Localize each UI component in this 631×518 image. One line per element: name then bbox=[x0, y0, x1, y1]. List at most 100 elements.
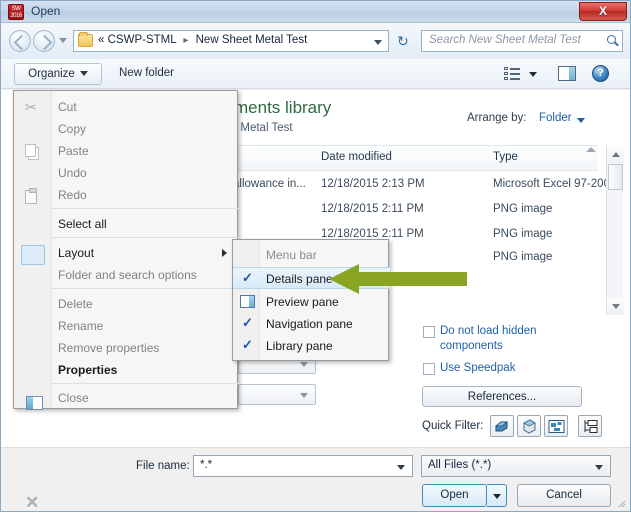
menu-separator bbox=[52, 383, 239, 384]
view-list-icon[interactable] bbox=[504, 67, 520, 81]
scroll-down-arrow-icon[interactable] bbox=[607, 298, 624, 315]
menu-item-label: Select all bbox=[58, 217, 107, 231]
menu-item-label: Cut bbox=[58, 100, 77, 114]
open-button[interactable]: Open bbox=[422, 484, 487, 507]
submenu-item-library-pane[interactable]: ✓ Library pane bbox=[233, 335, 390, 357]
menu-item-paste[interactable]: Paste bbox=[14, 139, 239, 204]
submenu-item-label: Menu bar bbox=[266, 248, 317, 262]
folder-icon bbox=[78, 32, 93, 47]
submenu-item-label: Navigation pane bbox=[266, 317, 353, 331]
use-speedpak-label: Use Speedpak bbox=[440, 362, 516, 374]
chevron-down-icon[interactable] bbox=[59, 38, 67, 43]
filter-part-alt-glyph bbox=[523, 419, 536, 434]
close-button[interactable]: X bbox=[579, 2, 627, 21]
file-type: PNG image bbox=[493, 228, 553, 240]
references-button[interactable]: References... bbox=[422, 386, 582, 407]
address-bar-row: « CSWP-STML ▸ New Sheet Metal Test ↻ Sea… bbox=[1, 23, 630, 59]
search-input[interactable]: Search New Sheet Metal Test bbox=[421, 30, 623, 52]
chevron-right-icon bbox=[222, 249, 227, 257]
preview-pane-icon[interactable] bbox=[558, 66, 576, 81]
do-not-load-hidden-checkbox[interactable] bbox=[423, 326, 435, 338]
chevron-down-icon[interactable] bbox=[529, 72, 537, 77]
help-icon[interactable]: ? bbox=[592, 65, 609, 82]
filter-assembly-glyph bbox=[548, 420, 565, 433]
cancel-button[interactable]: Cancel bbox=[517, 484, 611, 507]
submenu-item-navigation-pane[interactable]: ✓ Navigation pane bbox=[233, 313, 390, 335]
file-type: PNG image bbox=[493, 203, 553, 215]
preview-pane-icon bbox=[240, 295, 255, 308]
filter-assembly-icon[interactable] bbox=[544, 415, 568, 437]
filter-drawing-icon[interactable] bbox=[578, 415, 602, 437]
file-type-value: All Files (*.*) bbox=[428, 459, 492, 471]
organize-context-menu: ✂ Cut Copy Paste Undo Redo Select all La… bbox=[13, 90, 239, 511]
chevron-down-icon[interactable] bbox=[595, 465, 603, 470]
breadcrumb-overflow[interactable]: « bbox=[98, 34, 104, 46]
forward-arrow-icon[interactable] bbox=[33, 30, 55, 52]
scrollbar-thumb[interactable] bbox=[608, 164, 623, 190]
menu-item-label: Rename bbox=[58, 319, 104, 333]
do-not-load-hidden-label-line2: components bbox=[440, 340, 503, 352]
file-name-label: File name: bbox=[136, 460, 190, 472]
breadcrumb-item-0[interactable]: CSWP-STML bbox=[108, 34, 177, 46]
column-header-row: Date modified Type bbox=[233, 145, 598, 171]
open-dropdown-button[interactable] bbox=[487, 484, 507, 507]
submenu-item-label: Library pane bbox=[266, 339, 333, 353]
do-not-load-hidden-label-line1: Do not load hidden bbox=[440, 325, 537, 337]
file-type: Microsoft Excel 97-2003 bbox=[493, 178, 617, 190]
chevron-down-icon[interactable] bbox=[577, 118, 585, 123]
file-type-select[interactable]: All Files (*.*) bbox=[421, 455, 611, 477]
file-date: 12/18/2015 2:11 PM bbox=[321, 203, 424, 215]
column-header-type[interactable]: Type bbox=[493, 151, 518, 163]
use-speedpak-checkbox[interactable] bbox=[423, 363, 435, 375]
filter-part-icon[interactable] bbox=[490, 415, 514, 437]
breadcrumb-item-1[interactable]: New Sheet Metal Test bbox=[196, 34, 308, 46]
chevron-down-icon[interactable] bbox=[374, 40, 382, 45]
dialog-bottom-bar: File name: *.* All Files (*.*) Open Canc… bbox=[1, 447, 630, 511]
menu-item-label: Close bbox=[58, 391, 89, 405]
filter-part-glyph bbox=[494, 421, 509, 432]
menu-item-remove-properties[interactable]: Remove properties bbox=[14, 336, 239, 360]
submenu-item-label: Preview pane bbox=[266, 295, 339, 309]
organize-button[interactable]: Organize bbox=[14, 63, 102, 85]
menu-item-layout-highlight bbox=[21, 245, 45, 265]
menu-item-select-all[interactable]: Select all bbox=[14, 212, 239, 236]
menu-item-delete[interactable]: ✕ Delete bbox=[14, 292, 239, 511]
hidden-dropdown-2[interactable] bbox=[238, 384, 316, 405]
refresh-button[interactable]: ↻ bbox=[393, 30, 415, 52]
vertical-scrollbar[interactable] bbox=[606, 145, 624, 315]
menu-item-folder-and-search-options[interactable]: Folder and search options bbox=[14, 263, 239, 287]
menu-item-layout[interactable]: Layout bbox=[14, 241, 239, 410]
check-icon: ✓ bbox=[242, 270, 253, 285]
menu-item-label: Folder and search options bbox=[58, 268, 197, 282]
menu-item-copy[interactable]: Copy bbox=[14, 117, 239, 157]
menu-item-label: Remove properties bbox=[58, 341, 160, 355]
solidworks-2016-icon: SW 2016 bbox=[8, 4, 24, 20]
menu-item-close[interactable]: Close bbox=[14, 386, 239, 410]
column-header-date-modified[interactable]: Date modified bbox=[321, 151, 392, 163]
menu-separator bbox=[52, 237, 239, 238]
scroll-up-arrow-icon[interactable] bbox=[607, 145, 624, 162]
filter-part-alt-icon[interactable] bbox=[517, 415, 541, 437]
address-input[interactable]: « CSWP-STML ▸ New Sheet Metal Test bbox=[73, 30, 389, 52]
menu-item-label: Paste bbox=[58, 144, 89, 158]
menu-item-rename[interactable]: Rename bbox=[14, 314, 239, 338]
scissors-icon: ✂ bbox=[25, 99, 37, 115]
new-folder-button[interactable]: New folder bbox=[113, 63, 180, 85]
green-left-arrow-annotation bbox=[329, 264, 467, 294]
file-type: PNG image bbox=[493, 251, 553, 263]
menu-item-cut[interactable]: ✂ Cut bbox=[14, 95, 239, 119]
chevron-down-icon[interactable] bbox=[397, 465, 405, 470]
menu-item-properties[interactable]: Properties bbox=[14, 358, 239, 382]
sort-indicator-icon bbox=[586, 147, 596, 152]
menu-item-undo[interactable]: Undo bbox=[14, 161, 239, 185]
resize-grip-icon[interactable] bbox=[616, 498, 626, 508]
search-placeholder: Search New Sheet Metal Test bbox=[429, 34, 581, 46]
chevron-down-icon bbox=[79, 71, 88, 77]
organize-label: Organize bbox=[28, 68, 75, 80]
back-arrow-icon[interactable] bbox=[9, 30, 31, 52]
menu-item-redo[interactable]: Redo bbox=[14, 183, 239, 207]
arrange-by-value[interactable]: Folder bbox=[539, 112, 572, 124]
file-name-input[interactable]: *.* bbox=[193, 455, 413, 477]
command-bar: Organize New folder ? bbox=[1, 59, 630, 89]
check-icon: ✓ bbox=[242, 337, 253, 352]
